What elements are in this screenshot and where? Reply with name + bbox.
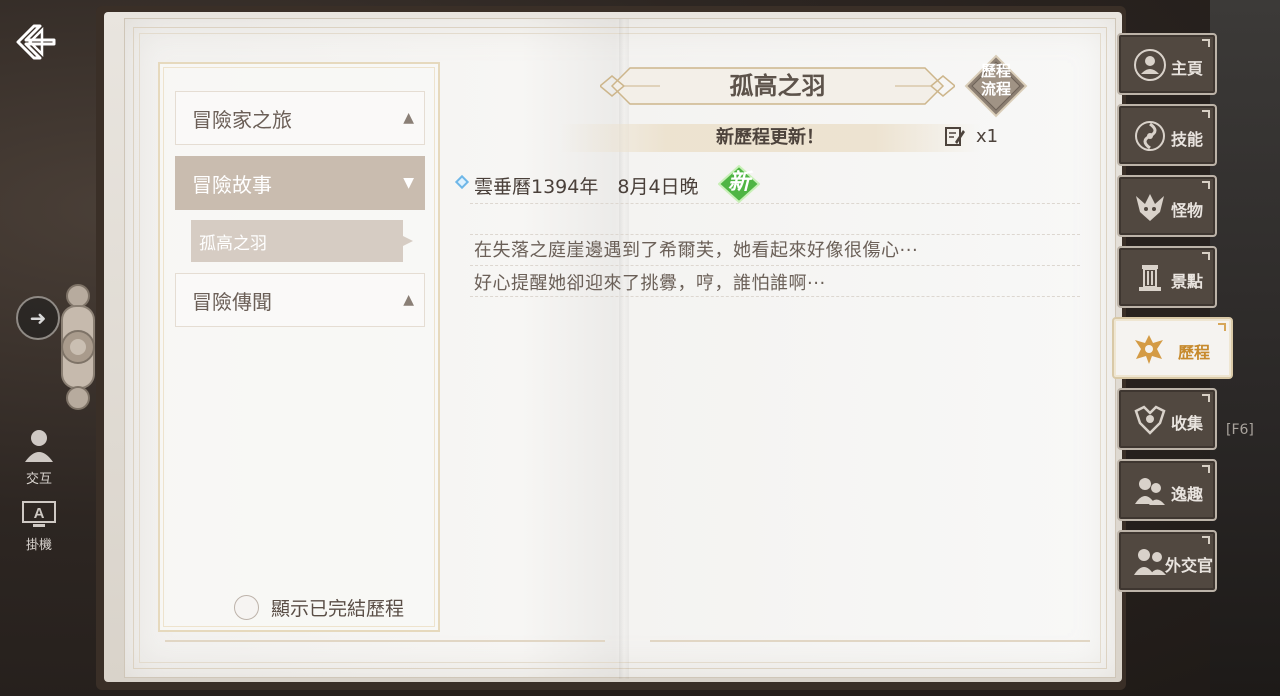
hotkey-label: [F6] (1226, 422, 1254, 438)
checkbox-circle[interactable] (234, 595, 259, 620)
divider (470, 234, 1080, 235)
show-completed-toggle[interactable]: 顯示已完結歷程 (234, 594, 404, 621)
category-panel-inner (163, 67, 435, 627)
binder-ring-icon (61, 284, 95, 410)
corner-ornament (1202, 110, 1210, 118)
chevron-up-icon: ▲ (403, 292, 414, 308)
chevron-down-icon: ▼ (403, 175, 414, 191)
new-badge: 新 (727, 170, 750, 195)
auto-hud[interactable]: A 掛機 (14, 500, 64, 553)
tab-home[interactable]: 主頁 (1117, 33, 1217, 95)
tab-label: 歷程 (1178, 343, 1211, 362)
story-item-label: 孤高之羽 (199, 233, 267, 254)
tab-collection[interactable]: 收集 (1117, 388, 1217, 450)
show-completed-label: 顯示已完結歷程 (271, 598, 405, 620)
crest-icon (1135, 335, 1163, 364)
tab-label: 主頁 (1171, 59, 1204, 78)
svg-text:A: A (34, 505, 45, 522)
tab-landmarks[interactable]: 景點 (1117, 246, 1217, 308)
corner-ornament (1202, 465, 1210, 473)
entry-line: 好心提醒她卻迎來了挑釁，哼，誰怕誰啊··· (474, 273, 826, 294)
corner-ornament (1202, 181, 1210, 189)
tab-leisure[interactable]: 逸趣 (1117, 459, 1217, 521)
category-panel (158, 62, 440, 632)
interact-label: 交互 (25, 472, 52, 487)
flow-button[interactable]: 歷程 流程 (964, 62, 1028, 98)
monster-icon (1136, 194, 1164, 221)
page-title: 孤高之羽 (729, 72, 826, 100)
tab-label: 逸趣 (1171, 485, 1204, 504)
emblem-icon (1134, 405, 1166, 435)
tab-diplomat[interactable]: 外交官 (1117, 530, 1217, 592)
book-spine (619, 19, 629, 679)
flow-label-bottom: 流程 (980, 80, 1011, 98)
tab-label: 收集 (1171, 414, 1204, 433)
interact-hud[interactable]: 交互 (14, 428, 64, 487)
auto-play-icon: A (22, 501, 56, 527)
tab-skills[interactable]: 技能 (1117, 104, 1217, 166)
corner-ornament (1202, 536, 1210, 544)
corner-ornament (1202, 39, 1210, 47)
entry-line: 在失落之庭崖邊遇到了希爾芙，她看起來好像很傷心··· (474, 240, 919, 261)
divider (470, 265, 1080, 266)
edit-note-icon (945, 127, 965, 146)
tab-monsters[interactable]: 怪物 (1117, 175, 1217, 237)
category-label: 冒險故事 (192, 172, 272, 197)
corner-ornament (1202, 252, 1210, 260)
update-count: x1 (976, 126, 999, 147)
back-arrow-icon[interactable] (14, 22, 58, 62)
divider (470, 203, 1080, 204)
chevron-up-icon: ▲ (403, 110, 414, 126)
swirl-icon (1135, 121, 1165, 151)
flow-label-top: 歷程 (980, 62, 1011, 80)
interact-icon (25, 430, 53, 462)
category-label: 冒險家之旅 (192, 107, 292, 132)
category-adventure-rumors[interactable]: 冒險傳聞 ▲ (175, 273, 425, 327)
auto-label: 掛機 (25, 538, 52, 553)
diplomat-icon (1134, 549, 1166, 575)
entry-date: 雲垂曆1394年 8月4日晚 (474, 176, 699, 198)
corner-ornament (1218, 323, 1226, 331)
tab-label: 技能 (1171, 130, 1204, 149)
tab-label: 景點 (1171, 272, 1204, 291)
update-banner: 新歷程更新！ (716, 127, 824, 148)
divider (650, 640, 1090, 642)
people-icon (1135, 478, 1165, 505)
divider (165, 640, 605, 642)
person-icon (1134, 49, 1166, 81)
tab-label: 外交官 (1165, 556, 1214, 575)
category-adventure-story[interactable]: 冒險故事 ▼ (175, 156, 425, 210)
landmark-icon (1139, 265, 1161, 291)
story-item-lonely-feather[interactable]: 孤高之羽 (191, 220, 413, 262)
category-label: 冒險傳聞 (192, 289, 272, 314)
category-adventurer-journey[interactable]: 冒險家之旅 ▲ (175, 91, 425, 145)
tab-label: 怪物 (1171, 201, 1204, 220)
tab-journey[interactable]: 歷程 (1112, 317, 1233, 379)
corner-ornament (1202, 394, 1210, 402)
divider (470, 296, 1080, 297)
hud-arrow-icon[interactable]: ➜ (16, 296, 60, 340)
